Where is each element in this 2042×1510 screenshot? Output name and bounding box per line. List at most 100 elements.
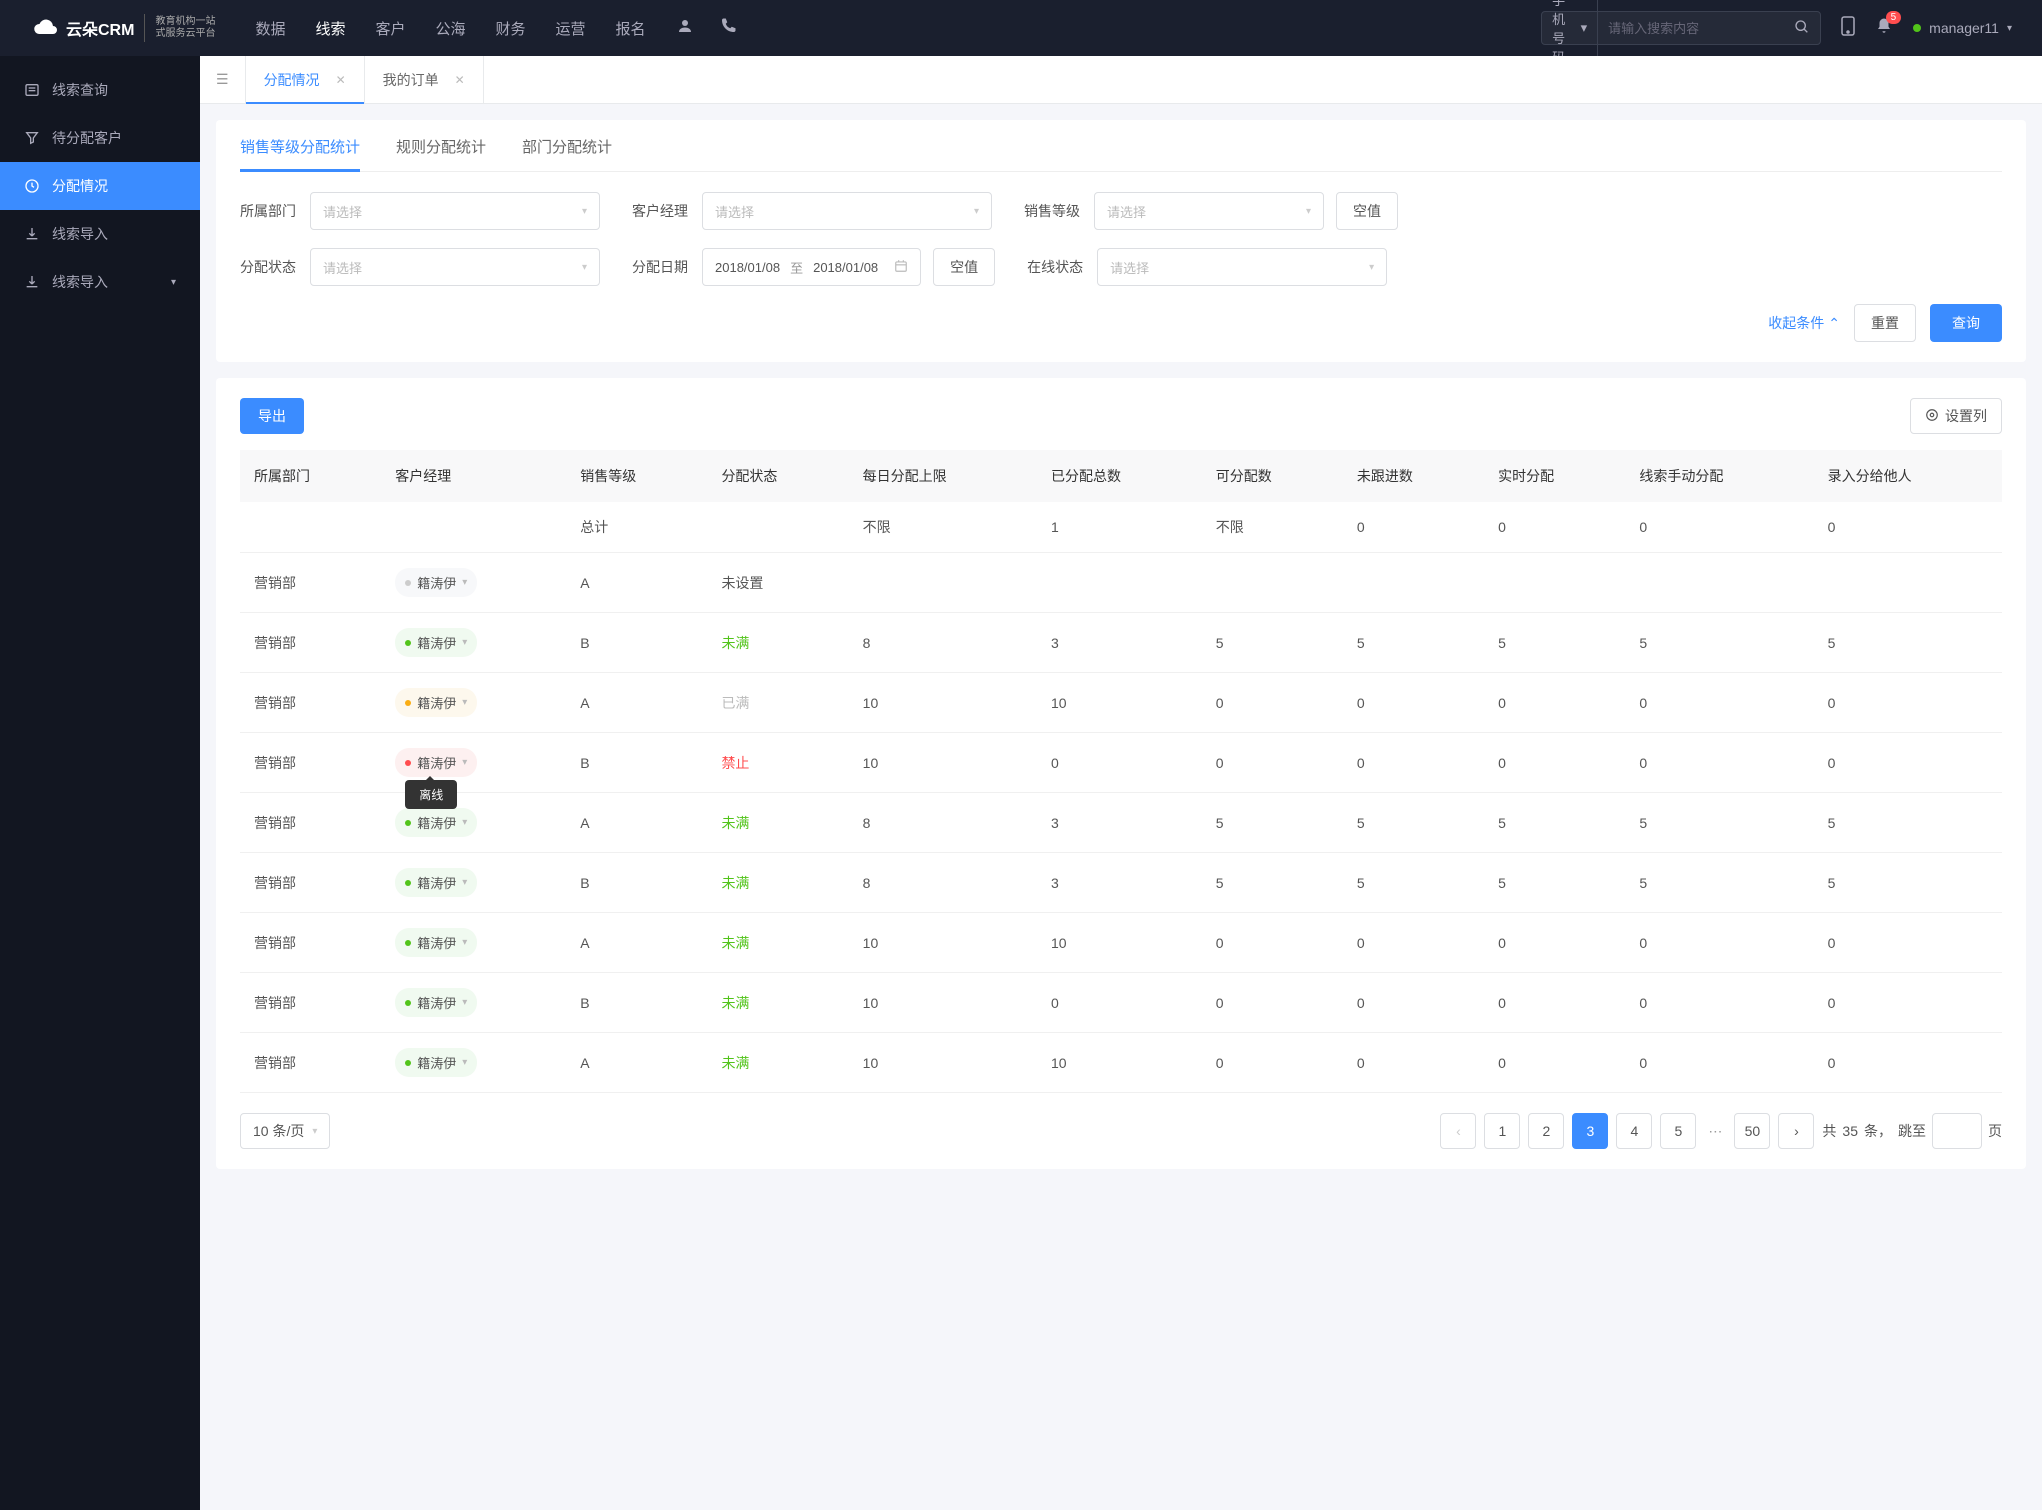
cloud-icon [30, 12, 62, 44]
manager-chip[interactable]: 籍涛伊▾ [395, 628, 477, 657]
page-tabs: ☰ 分配情况✕我的订单✕ [200, 56, 2042, 104]
topnav-item[interactable]: 财务 [496, 18, 526, 39]
export-button[interactable]: 导出 [240, 398, 304, 434]
status-cell: 未满 [707, 1033, 848, 1093]
status-cell: 未满 [707, 973, 848, 1033]
topnav-item[interactable]: 公海 [436, 18, 466, 39]
topnav-item[interactable]: 报名 [616, 18, 646, 39]
page-number-button[interactable]: 1 [1484, 1113, 1520, 1149]
level-cell: A [566, 793, 707, 853]
date-label: 分配日期 [632, 257, 690, 277]
topnav-item[interactable]: 客户 [375, 18, 405, 39]
close-icon[interactable]: ✕ [455, 73, 465, 87]
table-scroll[interactable]: 所属部门客户经理销售等级分配状态每日分配上限已分配总数可分配数未跟进数实时分配线… [240, 450, 2002, 1093]
sidebar-item[interactable]: 线索导入 [0, 210, 200, 258]
limit-cell [849, 553, 1037, 613]
limit-cell: 10 [849, 733, 1037, 793]
sidebar-item[interactable]: 分配情况 [0, 162, 200, 210]
top-icons [676, 17, 737, 40]
table-row: 营销部 籍涛伊▾ B 未满 10 0 0 0 0 0 0 [240, 973, 2002, 1033]
manager-name: 籍涛伊 [417, 633, 456, 652]
date-empty-button[interactable]: 空值 [933, 248, 995, 286]
table-row: 营销部 籍涛伊▾离线 B 禁止 10 0 0 0 0 0 0 [240, 733, 2002, 793]
page-jump-input[interactable] [1932, 1113, 1982, 1149]
available-cell [1202, 553, 1343, 613]
manual-cell: 5 [1625, 613, 1813, 673]
page-tab[interactable]: 我的订单✕ [365, 56, 484, 104]
topnav-item[interactable]: 线索 [315, 18, 345, 39]
assigned-cell: 10 [1037, 913, 1202, 973]
close-icon[interactable]: ✕ [336, 73, 346, 87]
user-dropdown[interactable]: manager11 ▾ [1913, 20, 2012, 36]
mgr-select[interactable]: 请选择▾ [702, 192, 992, 230]
level-select[interactable]: 请选择▾ [1094, 192, 1324, 230]
mobile-icon[interactable] [1841, 16, 1855, 41]
sub-tab[interactable]: 销售等级分配统计 [240, 136, 360, 171]
hamburger-icon[interactable]: ☰ [216, 71, 229, 88]
user-icon[interactable] [676, 17, 694, 40]
topnav-item[interactable]: 运营 [556, 18, 586, 39]
page-size-select[interactable]: 10 条/页 ▾ [240, 1113, 330, 1149]
last-page-button[interactable]: 50 [1734, 1113, 1770, 1149]
page-number-button[interactable]: 4 [1616, 1113, 1652, 1149]
manager-chip[interactable]: 籍涛伊▾ [395, 868, 477, 897]
search-icon[interactable] [1794, 19, 1810, 38]
manager-chip[interactable]: 籍涛伊▾ [395, 568, 477, 597]
manager-chip[interactable]: 籍涛伊▾ [395, 1048, 477, 1077]
page-number-button[interactable]: 3 [1572, 1113, 1608, 1149]
logo[interactable]: 云朵CRM 教育机构一站 式服务云平台 [30, 12, 215, 44]
next-page-button[interactable]: › [1778, 1113, 1814, 1149]
column-settings-button[interactable]: 设置列 [1910, 398, 2002, 434]
other-cell: 0 [1814, 1033, 2002, 1093]
manager-chip[interactable]: 籍涛伊▾离线 [395, 748, 477, 777]
manager-chip[interactable]: 籍涛伊▾ [395, 808, 477, 837]
level-empty-button[interactable]: 空值 [1336, 192, 1398, 230]
search-button[interactable]: 查询 [1930, 304, 2002, 342]
page-number-button[interactable]: 5 [1660, 1113, 1696, 1149]
status-cell: 未满 [707, 613, 848, 673]
unfollowed-cell: 0 [1343, 673, 1484, 733]
sidebar-item[interactable]: 待分配客户 [0, 114, 200, 162]
level-cell: B [566, 973, 707, 1033]
chevron-down-icon: ▾ [462, 697, 467, 708]
gear-icon [1925, 408, 1939, 425]
chevron-down-icon: ▾ [462, 757, 467, 768]
table-header-cell: 线索手动分配 [1625, 450, 1813, 502]
top-menu: 数据 线索 客户 公海 财务 运营 报名 [255, 18, 645, 39]
table-header-cell: 客户经理 [381, 450, 566, 502]
topnav-item[interactable]: 数据 [255, 18, 285, 39]
page-number-button[interactable]: 2 [1528, 1113, 1564, 1149]
page-tab[interactable]: 分配情况✕ [245, 56, 365, 104]
manual-cell: 0 [1625, 1033, 1813, 1093]
search-input[interactable] [1598, 21, 1794, 36]
manager-chip[interactable]: 籍涛伊▾ [395, 688, 477, 717]
phone-icon[interactable] [719, 17, 737, 40]
sub-tab[interactable]: 规则分配统计 [396, 136, 486, 171]
dept-cell: 营销部 [240, 733, 381, 793]
dept-select[interactable]: 请选择▾ [310, 192, 600, 230]
status-dot-icon [405, 820, 411, 826]
sidebar-item[interactable]: 线索查询 [0, 66, 200, 114]
tooltip: 离线 [405, 780, 457, 809]
sidebar-item[interactable]: 线索导入▾ [0, 258, 200, 306]
available-cell: 5 [1202, 613, 1343, 673]
online-status-dot [1913, 24, 1921, 32]
manual-cell: 5 [1625, 793, 1813, 853]
manager-chip[interactable]: 籍涛伊▾ [395, 988, 477, 1017]
online-select[interactable]: 请选择▾ [1097, 248, 1387, 286]
reset-button[interactable]: 重置 [1854, 304, 1916, 342]
prev-page-button[interactable]: ‹ [1440, 1113, 1476, 1149]
manager-chip[interactable]: 籍涛伊▾ [395, 928, 477, 957]
other-cell: 0 [1814, 913, 2002, 973]
date-range-picker[interactable]: 2018/01/08 至 2018/01/08 [702, 248, 921, 286]
dept-cell: 营销部 [240, 553, 381, 613]
bell-icon[interactable]: 5 [1875, 17, 1893, 40]
limit-cell: 10 [849, 913, 1037, 973]
sub-tab[interactable]: 部门分配统计 [522, 136, 612, 171]
sidebar-item-label: 线索导入 [52, 272, 108, 292]
table-header-cell: 可分配数 [1202, 450, 1343, 502]
other-cell: 0 [1814, 673, 2002, 733]
collapse-filters-link[interactable]: 收起条件 ⌃ [1768, 313, 1840, 333]
status-select[interactable]: 请选择▾ [310, 248, 600, 286]
chevron-down-icon: ▾ [582, 206, 587, 217]
